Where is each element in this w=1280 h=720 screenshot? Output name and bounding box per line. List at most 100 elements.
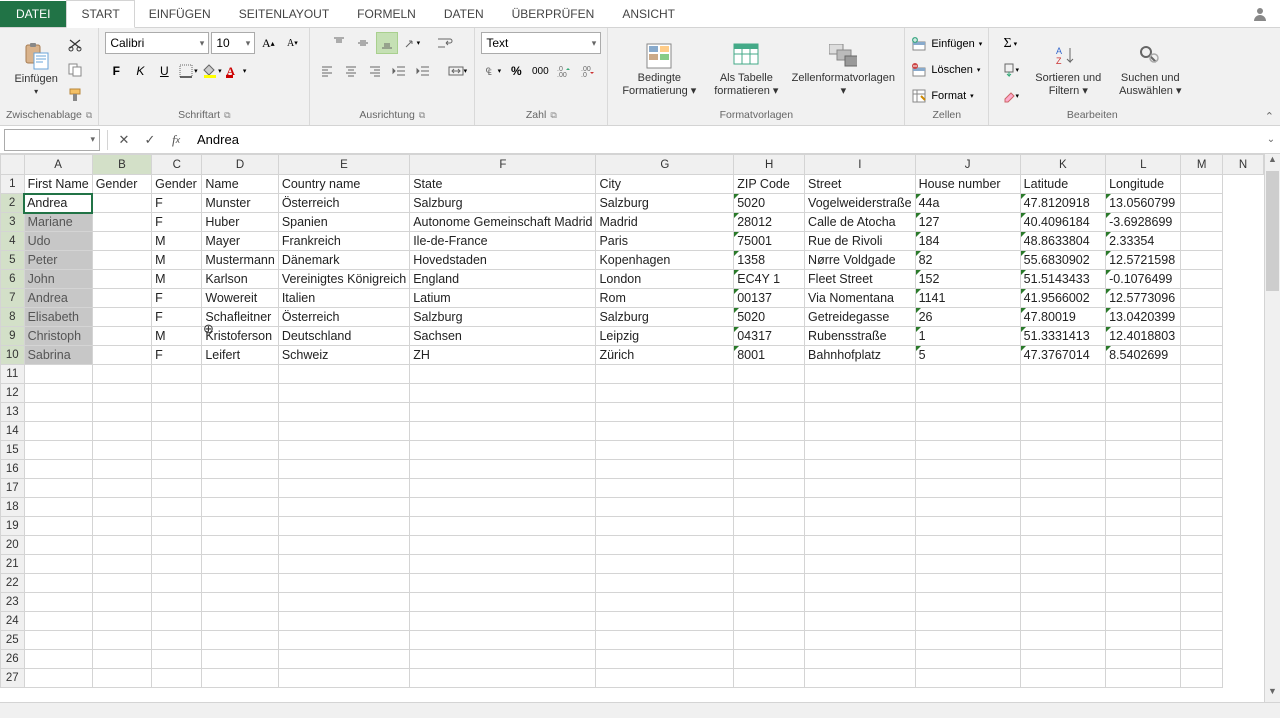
cell[interactable]: [915, 384, 1020, 403]
cell[interactable]: Paris: [596, 232, 734, 251]
cell[interactable]: [202, 593, 278, 612]
cell[interactable]: [734, 517, 805, 536]
cell[interactable]: [915, 403, 1020, 422]
cell[interactable]: [410, 384, 596, 403]
cell[interactable]: [92, 631, 151, 650]
cell[interactable]: 47.8120918: [1020, 194, 1105, 213]
cell[interactable]: [1181, 650, 1223, 669]
cell[interactable]: F: [152, 194, 202, 213]
cell[interactable]: Mariane: [24, 213, 92, 232]
cell[interactable]: [278, 536, 409, 555]
cell[interactable]: [805, 593, 916, 612]
increase-font-icon[interactable]: A▴: [257, 32, 279, 54]
cell[interactable]: 13.0560799: [1106, 194, 1181, 213]
cell[interactable]: [202, 612, 278, 631]
col-header-M[interactable]: M: [1181, 155, 1223, 175]
col-header-A[interactable]: A: [24, 155, 92, 175]
cell[interactable]: -3.6928699: [1106, 213, 1181, 232]
user-account-icon[interactable]: [1240, 2, 1280, 26]
number-launcher-icon[interactable]: ⧉: [550, 110, 556, 121]
cell[interactable]: [1020, 422, 1105, 441]
tab-einfügen[interactable]: EINFÜGEN: [135, 1, 225, 27]
cell[interactable]: [596, 555, 734, 574]
cell[interactable]: EC4Y 1: [734, 270, 805, 289]
row-header-15[interactable]: 15: [1, 441, 25, 460]
orientation-icon[interactable]: ▾: [400, 32, 422, 54]
cell[interactable]: [1106, 479, 1181, 498]
cell[interactable]: [915, 574, 1020, 593]
cell[interactable]: 1: [915, 327, 1020, 346]
cell[interactable]: England: [410, 270, 596, 289]
cell[interactable]: [915, 593, 1020, 612]
cell[interactable]: [202, 422, 278, 441]
align-top-icon[interactable]: [328, 32, 350, 54]
cell[interactable]: London: [596, 270, 734, 289]
cell[interactable]: [24, 517, 92, 536]
cell[interactable]: Gender: [152, 175, 202, 194]
cell[interactable]: 1141: [915, 289, 1020, 308]
italic-button[interactable]: K: [129, 60, 151, 82]
row-header-20[interactable]: 20: [1, 536, 25, 555]
row-header-26[interactable]: 26: [1, 650, 25, 669]
percent-format-icon[interactable]: %: [505, 60, 527, 82]
cell[interactable]: [805, 498, 916, 517]
cell[interactable]: [92, 270, 151, 289]
font-launcher-icon[interactable]: ⧉: [224, 110, 230, 121]
cell[interactable]: Calle de Atocha: [805, 213, 916, 232]
cell[interactable]: [92, 251, 151, 270]
cell[interactable]: [1020, 536, 1105, 555]
cell[interactable]: [1106, 631, 1181, 650]
cell[interactable]: 127: [915, 213, 1020, 232]
cell[interactable]: [92, 365, 151, 384]
cell[interactable]: 41.9566002: [1020, 289, 1105, 308]
cell[interactable]: [24, 384, 92, 403]
cell[interactable]: Sabrina: [24, 346, 92, 365]
cell[interactable]: [92, 498, 151, 517]
cell[interactable]: [24, 441, 92, 460]
col-header-K[interactable]: K: [1020, 155, 1105, 175]
cell[interactable]: City: [596, 175, 734, 194]
cell[interactable]: Leipzig: [596, 327, 734, 346]
cell[interactable]: [1106, 536, 1181, 555]
cell[interactable]: Name: [202, 175, 278, 194]
cell[interactable]: 48.8633804: [1020, 232, 1105, 251]
cell[interactable]: [734, 593, 805, 612]
bold-button[interactable]: F: [105, 60, 127, 82]
cell[interactable]: [915, 479, 1020, 498]
borders-button[interactable]: ▾: [177, 60, 199, 82]
cell[interactable]: [24, 365, 92, 384]
decrease-indent-icon[interactable]: [388, 60, 410, 82]
cell[interactable]: [152, 441, 202, 460]
cell[interactable]: [596, 669, 734, 688]
cell[interactable]: [152, 555, 202, 574]
cell[interactable]: [24, 403, 92, 422]
cell[interactable]: [734, 422, 805, 441]
autosum-icon[interactable]: Σ▾: [995, 33, 1025, 55]
cell[interactable]: [1181, 327, 1223, 346]
cell[interactable]: [92, 517, 151, 536]
cell[interactable]: [1181, 346, 1223, 365]
insert-cells-button[interactable]: Einfügen ▾: [911, 33, 982, 55]
cell[interactable]: [1106, 517, 1181, 536]
cell[interactable]: 82: [915, 251, 1020, 270]
cell[interactable]: [915, 612, 1020, 631]
cell[interactable]: 26: [915, 308, 1020, 327]
cell[interactable]: [152, 517, 202, 536]
cell[interactable]: [1181, 289, 1223, 308]
row-header-21[interactable]: 21: [1, 555, 25, 574]
increase-indent-icon[interactable]: [412, 60, 434, 82]
font-size-combo[interactable]: 10: [211, 32, 255, 54]
cell[interactable]: Schweiz: [278, 346, 409, 365]
cell[interactable]: [596, 574, 734, 593]
cell[interactable]: [24, 536, 92, 555]
cell[interactable]: F: [152, 308, 202, 327]
cell[interactable]: Rom: [596, 289, 734, 308]
formula-input[interactable]: [189, 129, 1262, 151]
cell[interactable]: [805, 650, 916, 669]
cell[interactable]: Vogelweiderstraße: [805, 194, 916, 213]
cell[interactable]: [202, 536, 278, 555]
cell[interactable]: [1020, 384, 1105, 403]
comma-format-icon[interactable]: 000: [529, 60, 551, 82]
cell[interactable]: Gender: [92, 175, 151, 194]
cell[interactable]: [915, 517, 1020, 536]
